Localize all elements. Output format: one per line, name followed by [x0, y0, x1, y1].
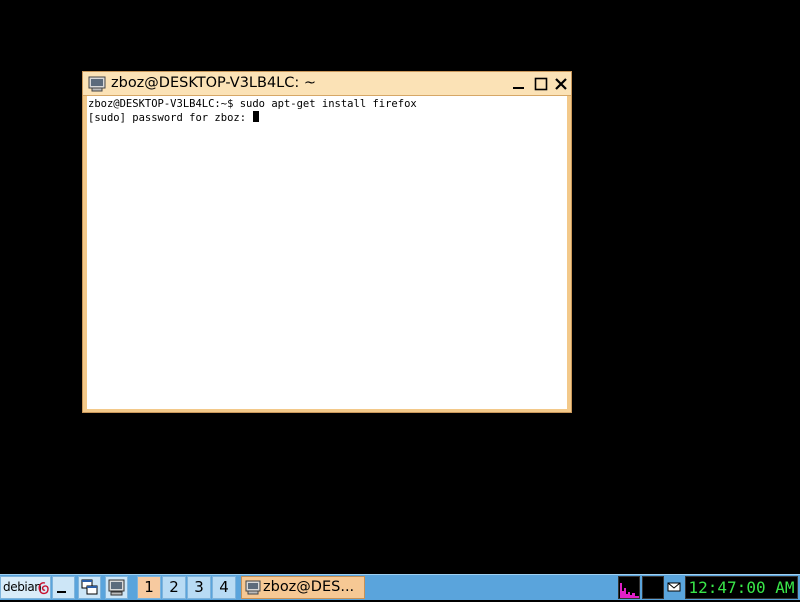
maximize-button[interactable]	[533, 76, 549, 92]
cpu-monitor[interactable]	[618, 576, 640, 599]
block-cursor	[253, 111, 260, 122]
terminal-line: zboz@DESKTOP-V3LB4LC:~$ sudo apt-get ins…	[88, 98, 417, 110]
debian-swirl-icon	[38, 582, 49, 595]
cpu-monitor-icon	[620, 583, 639, 598]
mail-icon	[667, 582, 681, 592]
maximize-icon	[534, 77, 548, 91]
task-label: zboz@DES...	[263, 579, 355, 595]
password-prompt: [sudo] password for zboz:	[88, 112, 253, 124]
terminal-icon	[245, 580, 261, 595]
window-titlebar[interactable]: zboz@DESKTOP-V3LB4LC: ~	[83, 72, 571, 96]
network-monitor-icon	[643, 577, 663, 598]
network-monitor[interactable]	[642, 576, 664, 599]
desktop-switcher-1[interactable]: 1	[137, 576, 161, 599]
window-title: zboz@DESKTOP-V3LB4LC: ~	[111, 75, 317, 91]
start-menu-label: debian	[3, 580, 42, 594]
desktop-switcher-4[interactable]: 4	[212, 576, 236, 599]
show-desktop-icon	[57, 591, 66, 593]
taskbar: debian 1 2 3 4 zboz@DES... 12:47:00 AM	[0, 574, 800, 600]
close-icon	[555, 78, 567, 90]
terminal-launcher-button[interactable]	[105, 576, 128, 599]
terminal-output[interactable]: zboz@DESKTOP-V3LB4LC:~$ sudo apt-get ins…	[87, 96, 567, 409]
mail-notifier[interactable]	[665, 579, 683, 595]
window-list-icon	[81, 579, 98, 595]
terminal-icon	[108, 579, 125, 596]
show-desktop-button[interactable]	[52, 576, 75, 599]
window-list-button[interactable]	[78, 576, 101, 599]
desktop-switcher-2[interactable]: 2	[162, 576, 186, 599]
clock[interactable]: 12:47:00 AM	[685, 576, 798, 599]
start-menu-button[interactable]: debian	[0, 576, 51, 599]
close-button[interactable]	[553, 76, 569, 92]
minimize-icon	[513, 87, 524, 89]
terminal-window[interactable]: zboz@DESKTOP-V3LB4LC: ~ zboz@DESKTOP-V3L…	[82, 71, 572, 413]
taskbar-task-terminal[interactable]: zboz@DES...	[241, 576, 365, 599]
desktop-background: zboz@DESKTOP-V3LB4LC: ~ zboz@DESKTOP-V3L…	[0, 0, 800, 574]
desktop-switcher-3[interactable]: 3	[187, 576, 211, 599]
terminal-line: [sudo] password for zboz:	[88, 111, 566, 124]
minimize-button[interactable]	[511, 76, 527, 92]
terminal-icon	[88, 76, 106, 92]
